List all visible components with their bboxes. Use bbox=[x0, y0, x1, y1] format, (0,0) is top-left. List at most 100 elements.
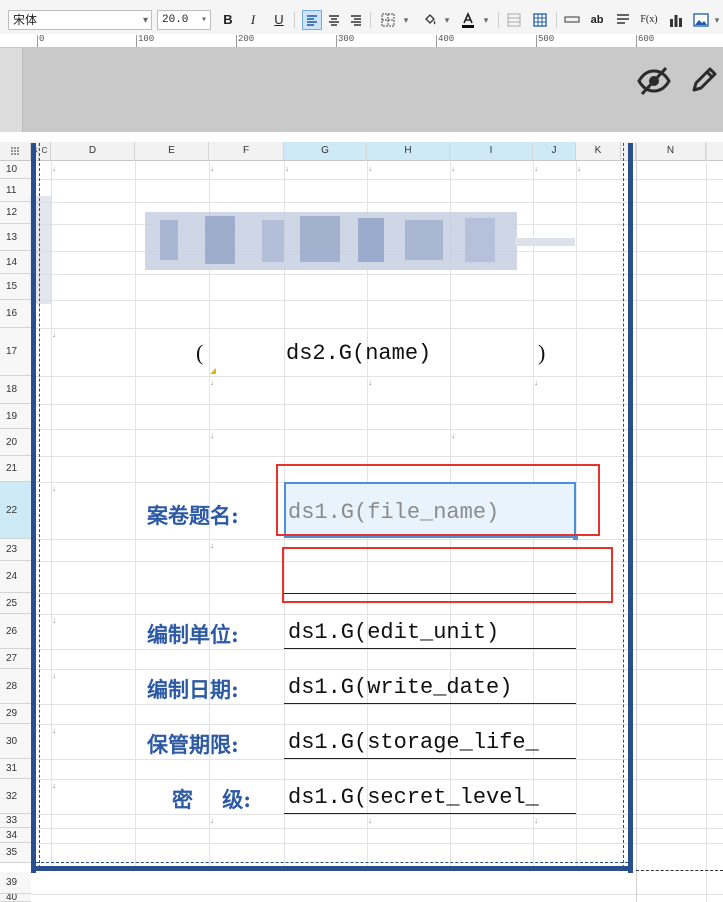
font-size-select[interactable]: 20.0 ▾ bbox=[157, 10, 211, 30]
row-header[interactable]: 23 bbox=[0, 539, 31, 561]
toolbar-divider bbox=[556, 12, 557, 28]
column-header-k[interactable]: K bbox=[576, 142, 621, 160]
fill-color-icon bbox=[425, 14, 436, 25]
cell-marker: ↓ bbox=[451, 431, 455, 440]
column-header-e[interactable]: E bbox=[135, 142, 209, 160]
row-header[interactable]: 19 bbox=[0, 404, 31, 429]
cell-marker: ↓ bbox=[368, 164, 372, 173]
page-frame-bottom bbox=[31, 866, 633, 871]
row-header[interactable]: 33 bbox=[0, 814, 31, 828]
gridline bbox=[135, 161, 136, 871]
row-header-selected[interactable]: 22 bbox=[0, 482, 31, 539]
row-header[interactable]: 11 bbox=[0, 179, 31, 202]
ruler-tick bbox=[536, 35, 537, 47]
table-button[interactable] bbox=[530, 10, 550, 30]
cell-marker: ↓ bbox=[210, 541, 214, 550]
column-header-g[interactable]: G bbox=[284, 142, 367, 160]
cell-marker: ↓ bbox=[210, 164, 214, 173]
title-expression[interactable]: ds2.G(name) bbox=[286, 341, 431, 366]
page-frame-bottom-inner bbox=[36, 862, 628, 864]
chevron-down-icon: ▾ bbox=[142, 15, 148, 26]
chevron-down-icon[interactable]: ▾ bbox=[396, 10, 416, 30]
column-header-j[interactable]: J bbox=[533, 142, 576, 160]
row-header[interactable]: 14 bbox=[0, 251, 31, 274]
row-header[interactable]: 35 bbox=[0, 843, 31, 863]
grid-dots-icon bbox=[11, 147, 19, 155]
row-header[interactable]: 17 bbox=[0, 328, 31, 376]
align-right-button[interactable] bbox=[346, 10, 366, 30]
row-header[interactable]: 16 bbox=[0, 300, 31, 328]
cell-marker: ↓ bbox=[52, 484, 56, 493]
ruler-label: 0 bbox=[39, 34, 45, 44]
chevron-down-icon[interactable]: ▾ bbox=[476, 10, 496, 30]
merge-cells-button[interactable] bbox=[504, 10, 524, 30]
row-header[interactable]: 10 bbox=[0, 161, 31, 179]
border-icon bbox=[381, 13, 395, 27]
bold-button[interactable]: B bbox=[218, 10, 238, 30]
chart-button[interactable] bbox=[666, 10, 686, 30]
chevron-down-icon[interactable]: ▾ bbox=[712, 10, 722, 30]
align-center-button[interactable] bbox=[324, 10, 344, 30]
row-header[interactable]: 28 bbox=[0, 669, 31, 704]
field-underline bbox=[284, 703, 576, 704]
field-label: 编制单位: bbox=[147, 622, 239, 647]
ruler-label: 400 bbox=[438, 34, 455, 44]
font-name-value: 宋体 bbox=[13, 13, 38, 27]
border-button[interactable] bbox=[378, 10, 398, 30]
row-header[interactable]: 26 bbox=[0, 614, 31, 649]
column-header-i[interactable]: I bbox=[450, 142, 533, 160]
row-header[interactable]: 15 bbox=[0, 274, 31, 300]
ruler-tick bbox=[636, 35, 637, 47]
row-header[interactable]: 25 bbox=[0, 593, 31, 614]
column-header-n[interactable]: N bbox=[636, 142, 706, 160]
row-header[interactable]: 31 bbox=[0, 759, 31, 779]
paren-close: ) bbox=[538, 340, 546, 365]
format-text-button[interactable]: ab bbox=[587, 10, 607, 30]
row-header[interactable]: 21 bbox=[0, 456, 31, 482]
row-header[interactable]: 29 bbox=[0, 704, 31, 724]
row-header[interactable]: 32 bbox=[0, 779, 31, 814]
font-name-select[interactable]: 宋体 ▾ bbox=[8, 10, 152, 30]
row-header[interactable]: 30 bbox=[0, 724, 31, 759]
edit-button[interactable] bbox=[688, 64, 720, 101]
cell-marker: ↓ bbox=[210, 431, 214, 440]
column-header-bar: B C D E F G H I J K N bbox=[0, 142, 723, 161]
formula-button[interactable]: F(x) bbox=[638, 10, 660, 30]
column-header-d[interactable]: D bbox=[51, 142, 135, 160]
row-header[interactable]: 12 bbox=[0, 202, 31, 224]
row-header[interactable]: 27 bbox=[0, 649, 31, 669]
font-size-value: 20.0 bbox=[162, 14, 189, 26]
ruler-label: 500 bbox=[538, 34, 555, 44]
page-frame-right bbox=[628, 143, 633, 873]
hide-button[interactable] bbox=[637, 66, 671, 101]
image-button[interactable] bbox=[691, 10, 711, 30]
redacted-title bbox=[160, 220, 178, 260]
font-color-button[interactable] bbox=[458, 10, 478, 30]
align-left-button[interactable] bbox=[302, 10, 322, 30]
field-value[interactable]: ds1.G(secret_level_ bbox=[288, 785, 576, 810]
field-label: 案卷题名: bbox=[147, 503, 239, 528]
text-field-button[interactable] bbox=[562, 10, 582, 30]
row-header[interactable]: 39 bbox=[0, 872, 31, 894]
italic-button[interactable]: I bbox=[243, 10, 263, 30]
underline-button[interactable]: U bbox=[269, 10, 289, 30]
cell-marker: ↓ bbox=[210, 378, 214, 387]
row-header[interactable]: 24 bbox=[0, 561, 31, 593]
select-all-corner[interactable] bbox=[0, 142, 31, 160]
field-value[interactable]: ds1.G(write_date) bbox=[288, 675, 576, 700]
row-header[interactable]: 40 bbox=[0, 894, 31, 902]
eye-off-icon bbox=[637, 66, 671, 96]
text-icon bbox=[564, 16, 580, 23]
field-value[interactable]: ds1.G(storage_life_ bbox=[288, 730, 576, 755]
row-header[interactable]: 13 bbox=[0, 224, 31, 251]
cell-marker: ↓ bbox=[451, 164, 455, 173]
chevron-down-icon[interactable]: ▾ bbox=[437, 10, 457, 30]
column-header-h[interactable]: H bbox=[367, 142, 450, 160]
cell-marker: ↓ bbox=[210, 816, 214, 825]
column-header-f[interactable]: F bbox=[209, 142, 284, 160]
field-value[interactable]: ds1.G(edit_unit) bbox=[288, 620, 576, 645]
list-button[interactable] bbox=[613, 10, 633, 30]
row-header[interactable]: 18 bbox=[0, 376, 31, 404]
row-header[interactable]: 20 bbox=[0, 429, 31, 456]
row-header[interactable]: 34 bbox=[0, 828, 31, 843]
